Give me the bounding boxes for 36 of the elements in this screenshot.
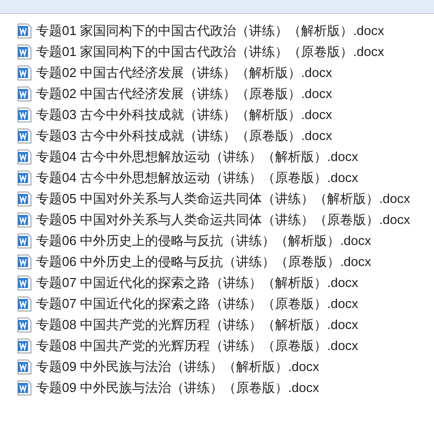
file-name[interactable]: 专题09 中外民族与法治（讲练）（解析版）.docx xyxy=(36,360,320,373)
word-document-icon xyxy=(17,274,32,290)
file-name[interactable]: 专题06 中外历史上的侵略与反抗（讲练）（原卷版）.docx xyxy=(36,255,372,268)
file-name[interactable]: 专题02 中国古代经济发展（讲练）（原卷版）.docx xyxy=(36,87,332,100)
file-name[interactable]: 专题07 中国近代化的探索之路（讲练）（解析版）.docx xyxy=(36,276,358,289)
file-name[interactable]: 专题08 中国共产党的光辉历程（讲练）（解析版）.docx xyxy=(36,318,358,331)
file-name[interactable]: 专题04 古今中外思想解放运动（讲练）（原卷版）.docx xyxy=(36,171,358,184)
file-name[interactable]: 专题01 家国同构下的中国古代政治（讲练）（解析版）.docx xyxy=(36,24,384,37)
word-document-icon xyxy=(17,148,32,164)
file-name[interactable]: 专题06 中外历史上的侵略与反抗（讲练）（解析版）.docx xyxy=(36,234,372,247)
word-document-icon xyxy=(17,358,32,374)
file-name[interactable]: 专题04 古今中外思想解放运动（讲练）（解析版）.docx xyxy=(36,150,358,163)
word-document-icon xyxy=(17,86,32,102)
file-name[interactable]: 专题09 中外民族与法治（讲练）（原卷版）.docx xyxy=(36,381,320,394)
word-document-icon xyxy=(17,212,32,228)
file-name[interactable]: 专题05 中国对外关系与人类命运共同体（讲练）（解析版）.docx xyxy=(36,192,410,205)
word-document-icon xyxy=(17,232,32,248)
file-name[interactable]: 专题05 中国对外关系与人类命运共同体（讲练）（原卷版）.docx xyxy=(36,213,410,226)
file-name[interactable]: 专题03 古今中外科技成就（讲练）（解析版）.docx xyxy=(36,108,332,121)
file-name[interactable]: 专题07 中国近代化的探索之路（讲练）（原卷版）.docx xyxy=(36,297,358,310)
word-document-icon xyxy=(17,190,32,206)
word-document-icon xyxy=(17,380,32,396)
word-document-icon xyxy=(17,316,32,332)
file-name[interactable]: 专题03 古今中外科技成就（讲练）（原卷版）.docx xyxy=(36,129,332,142)
word-document-icon xyxy=(17,296,32,312)
word-document-icon xyxy=(17,254,32,270)
file-name[interactable]: 专题08 中国共产党的光辉历程（讲练）（原卷版）.docx xyxy=(36,339,358,352)
word-document-icon xyxy=(17,338,32,354)
word-document-icon xyxy=(17,106,32,122)
word-document-icon xyxy=(17,22,32,38)
word-document-icon xyxy=(17,170,32,186)
file-name[interactable]: 专题01 家国同构下的中国古代政治（讲练）（原卷版）.docx xyxy=(36,45,384,58)
word-document-icon xyxy=(17,44,32,60)
word-document-icon xyxy=(17,128,32,144)
file-name[interactable]: 专题02 中国古代经济发展（讲练）（解析版）.docx xyxy=(36,66,332,79)
word-document-icon xyxy=(17,64,32,80)
